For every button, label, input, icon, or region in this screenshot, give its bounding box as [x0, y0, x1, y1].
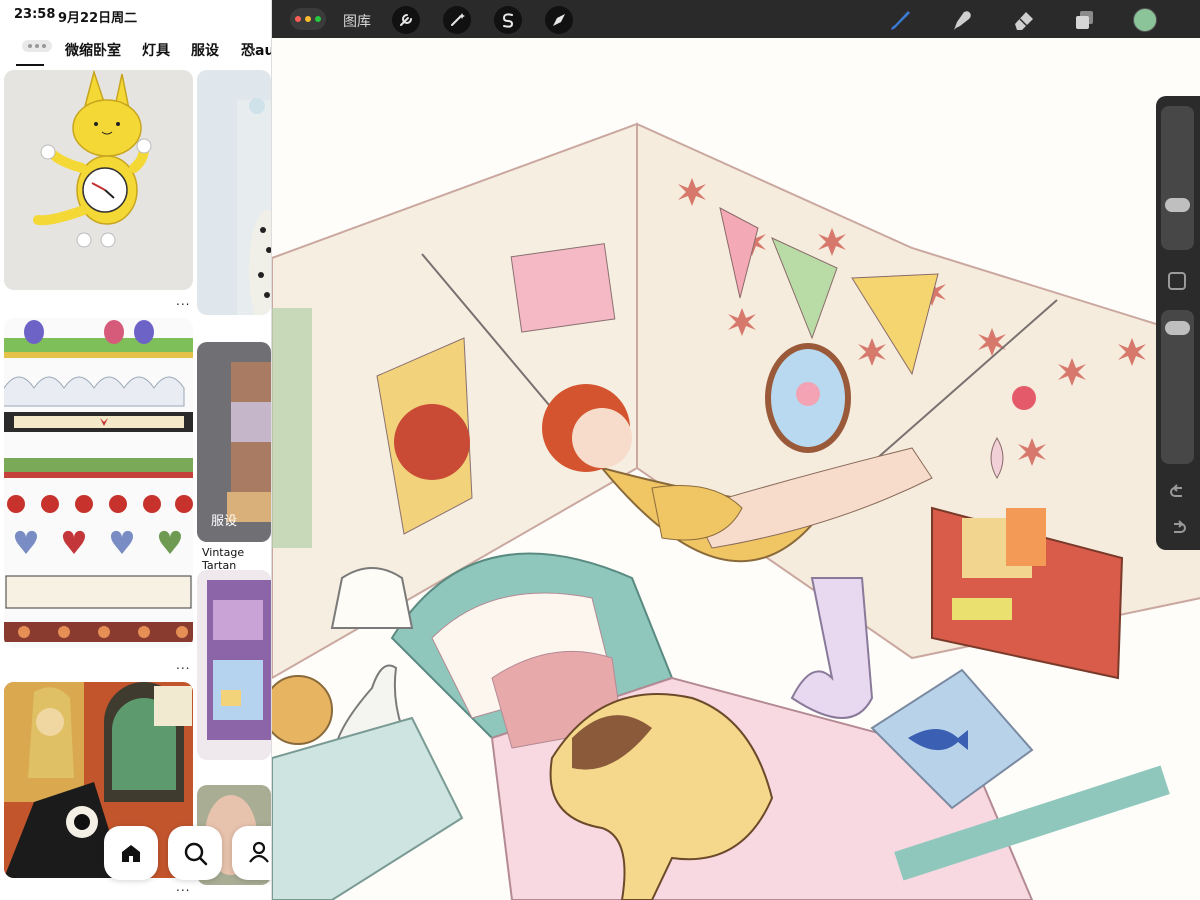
pin-leopard-figure[interactable]: [197, 70, 271, 315]
wrench-icon: [400, 14, 412, 26]
lamp: [330, 567, 414, 629]
poster-watermelon: [510, 243, 616, 333]
search-button[interactable]: [168, 826, 222, 880]
eraser-tool[interactable]: [1009, 6, 1037, 34]
transform-arrow-icon: [553, 14, 565, 26]
profile-button[interactable]: [232, 826, 271, 880]
leopard-figure-image: [237, 98, 271, 315]
gallery-button[interactable]: 图库: [343, 11, 371, 31]
pin-boots[interactable]: 服设: [197, 342, 271, 542]
tomato-drawing: [394, 404, 470, 480]
transform-button[interactable]: [545, 6, 573, 34]
pin-more-button[interactable]: ...: [176, 294, 190, 308]
sleeping-girl-face: [572, 408, 632, 468]
procreate-pane: 图库: [271, 0, 1200, 900]
opacity-knob[interactable]: [1165, 320, 1190, 335]
actions-button[interactable]: [392, 6, 420, 34]
pin-more-button[interactable]: ...: [176, 880, 190, 894]
opacity-slider[interactable]: [1161, 310, 1194, 464]
redo-button[interactable]: [1166, 516, 1190, 540]
status-time: 23:58: [14, 7, 56, 22]
pin-board-label: 服设: [211, 514, 238, 529]
eraser-icon: [1015, 12, 1033, 30]
undo-icon: [1170, 484, 1182, 497]
home-button[interactable]: [104, 826, 158, 880]
pin-dollhouse[interactable]: [197, 570, 271, 760]
rose: [1012, 386, 1036, 410]
dollhouse-image: [207, 580, 271, 740]
modify-button[interactable]: [1168, 272, 1186, 290]
smudge-icon: [954, 11, 971, 30]
window-controls[interactable]: [290, 8, 326, 30]
redo-icon: [1174, 520, 1186, 533]
brush-icon: [891, 11, 910, 30]
collage-art-image: [4, 682, 193, 878]
multitask-handle[interactable]: [22, 40, 52, 52]
brush-tool[interactable]: [886, 6, 914, 34]
pin-more-button[interactable]: ...: [176, 658, 190, 672]
procreate-toolbar: 图库: [272, 0, 1200, 38]
drawing-canvas[interactable]: [272, 38, 1200, 900]
brush-size-slider[interactable]: [1161, 106, 1194, 250]
search-icon: [184, 842, 208, 866]
layers-tool[interactable]: [1070, 6, 1098, 34]
brush-side-panel: [1156, 96, 1200, 550]
color-picker[interactable]: [1133, 8, 1157, 32]
pin-cat-clock[interactable]: [4, 70, 193, 290]
undo-button[interactable]: [1166, 480, 1190, 504]
smudge-tool[interactable]: [948, 6, 976, 34]
pin-caption: Vintage Tartan: [202, 546, 245, 572]
cat-clock-image: [33, 70, 152, 248]
basket: [272, 675, 333, 745]
status-bar: 23:58 9月22日周二: [0, 0, 271, 30]
adjustments-button[interactable]: [443, 6, 471, 34]
pinterest-pane: 23:58 9月22日周二 微缩卧室 灯具 服设 恐au ... ... 服设 …: [0, 0, 271, 900]
selection-s-icon: [502, 13, 514, 28]
profile-icon: [249, 841, 269, 863]
pin-decor-borders[interactable]: [4, 318, 193, 648]
magic-wand-icon: [451, 13, 465, 26]
curtain: [272, 308, 312, 548]
tab-lamps[interactable]: 灯具: [142, 40, 170, 60]
category-tabs: 微缩卧室 灯具 服设 恐au: [0, 36, 271, 66]
status-date: 9月22日周二: [58, 11, 138, 26]
pin-collage-art[interactable]: [4, 682, 193, 878]
selection-button[interactable]: [494, 6, 522, 34]
home-icon: [122, 845, 140, 862]
tab-mini-bedroom[interactable]: 微缩卧室: [65, 40, 121, 60]
decor-borders-image: [4, 320, 193, 642]
brush-size-knob[interactable]: [1165, 198, 1190, 213]
tab-costume-design[interactable]: 服设: [191, 40, 219, 60]
tab-dino-au[interactable]: 恐au: [241, 40, 271, 60]
layers-icon: [1076, 11, 1093, 29]
